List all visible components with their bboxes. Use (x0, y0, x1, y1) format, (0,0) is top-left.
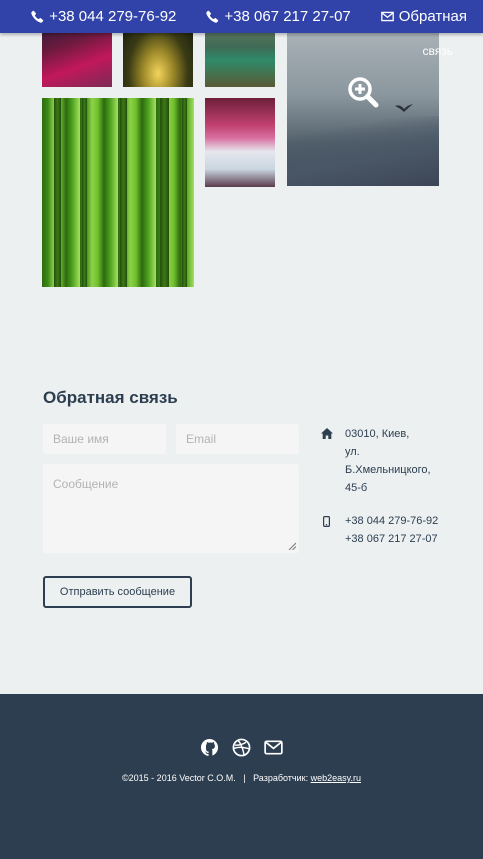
phone-icon (31, 10, 44, 23)
address-line: 03010, Киев, (345, 428, 410, 440)
address-block: 03010, Киев, ул. Б.Хмельницкого, 45-б (345, 425, 431, 497)
footer: ©2015 - 2016 Vector C.O.M. | Разработчик… (0, 694, 483, 859)
message-textarea[interactable]: Сообщение (43, 464, 299, 553)
address-line: 45-б (345, 482, 368, 494)
developer-link[interactable]: web2easy.ru (311, 773, 361, 783)
footer-separator: | (243, 773, 246, 783)
feedback-link-overflow[interactable]: связь (423, 44, 454, 58)
gallery-image-misty-mountains[interactable] (287, 20, 439, 186)
footer-copyright: ©2015 - 2016 Vector C.O.M. | Разработчик… (0, 773, 483, 783)
copyright-text: ©2015 - 2016 Vector C.O.M. (122, 773, 236, 783)
phone-1-text: +38 044 279-76-92 (49, 8, 177, 25)
bamboo-stalk (182, 98, 187, 287)
contact-section-title: Обратная связь (43, 388, 178, 407)
zoom-in-icon[interactable] (347, 76, 379, 108)
contact-phone-1[interactable]: +38 044 279-76-92 (345, 512, 438, 530)
bamboo-stalk (82, 98, 87, 287)
home-icon (321, 428, 333, 439)
bamboo-stalk (120, 98, 127, 287)
email-input[interactable]: Email (176, 424, 299, 454)
developer-label: Разработчик: (253, 773, 309, 783)
github-icon[interactable] (200, 737, 220, 757)
dribbble-icon[interactable] (232, 737, 252, 757)
name-input[interactable]: Ваше имя (43, 424, 166, 454)
phone-link-1[interactable]: +38 044 279-76-92 (31, 8, 176, 25)
gallery-image-bamboo[interactable] (42, 98, 194, 287)
mail-icon[interactable] (264, 737, 284, 757)
feedback-link-text: Обратная (398, 8, 467, 25)
mobile-icon (323, 516, 330, 527)
address-line: ул. (345, 446, 360, 458)
bird-icon (395, 104, 413, 112)
phone-2-text: +38 067 217 27-07 (224, 8, 351, 25)
name-placeholder: Ваше имя (53, 432, 109, 446)
phone-block: +38 044 279-76-92 +38 067 217 27-07 (345, 512, 438, 548)
message-placeholder: Сообщение (53, 477, 119, 491)
email-placeholder: Email (186, 432, 217, 446)
social-icons (0, 737, 483, 757)
mountain-silhouette (287, 116, 439, 186)
envelope-icon (380, 11, 394, 22)
send-message-button[interactable]: Отправить сообщение (43, 576, 192, 608)
bamboo-stalk (160, 98, 169, 287)
gallery-image-pink-waterfall[interactable] (205, 98, 275, 187)
resize-handle-icon[interactable] (288, 542, 296, 550)
contact-phone-2[interactable]: +38 067 217 27-07 (345, 530, 438, 548)
phone-link-2[interactable]: +38 067 217 27-07 (206, 8, 351, 25)
phone-icon (206, 10, 219, 23)
bamboo-stalk (54, 98, 61, 287)
address-line: Б.Хмельницкого, (345, 464, 431, 476)
top-bar: +38 044 279-76-92 +38 067 217 27-07 Обра… (0, 0, 483, 33)
feedback-link[interactable]: Обратная (380, 8, 467, 25)
